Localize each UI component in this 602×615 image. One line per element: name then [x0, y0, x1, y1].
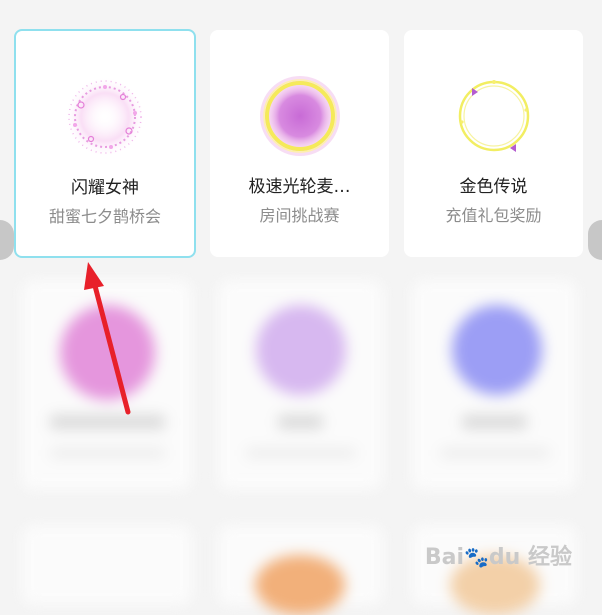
watermark-brand: Bai [424, 545, 464, 570]
paw-icon: 🐾 [463, 545, 489, 569]
annotation-arrow [84, 262, 131, 415]
watermark-suffix: du [488, 545, 521, 570]
watermark-label: 经验 [527, 545, 572, 570]
baidu-jingyan-watermark: Bai🐾du 经验 [425, 539, 572, 571]
